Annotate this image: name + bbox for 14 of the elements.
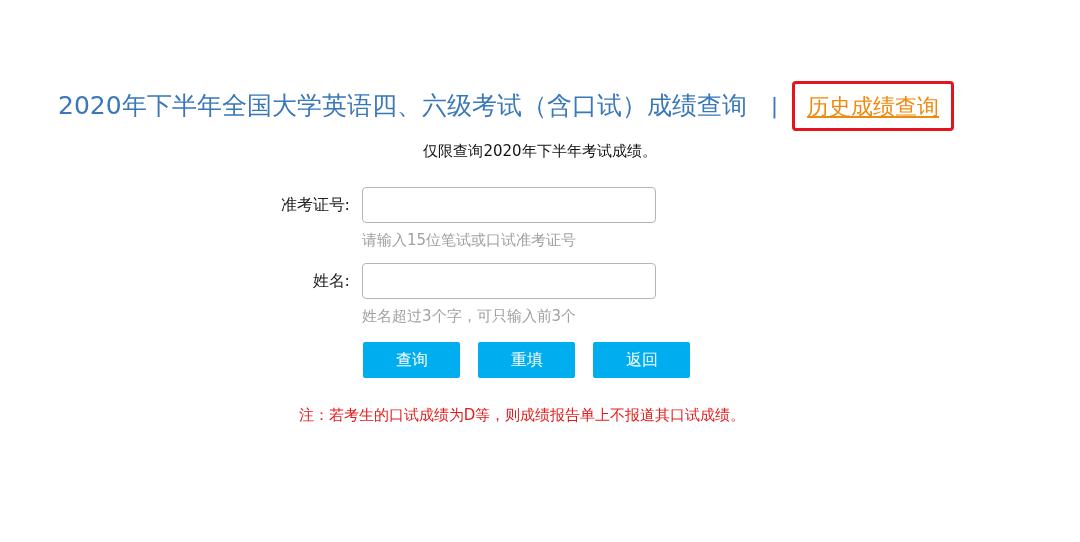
input-field[interactable]: [362, 186, 656, 223]
history-link[interactable]: 历史成绩查询: [807, 89, 940, 123]
query-button[interactable]: 查询: [363, 341, 460, 378]
field-hint: 请输入15位笔试或口试准考证号: [362, 229, 578, 251]
page-title: 2020年下半年全国大学英语四、六级考试（含口试）成绩查询: [58, 90, 747, 122]
subtitle: 仅限查询2020年下半年考试成绩。: [422, 141, 658, 162]
back-button[interactable]: 返回: [593, 341, 690, 378]
separator: |: [770, 92, 779, 121]
field-label: 准考证号:: [279, 193, 351, 216]
field-label: 姓名:: [311, 270, 351, 292]
input-field[interactable]: [362, 263, 656, 299]
reset-button[interactable]: 重填: [478, 341, 575, 378]
field-hint: 姓名超过3个字，可只输入前3个: [362, 306, 578, 327]
note-text: 注：若考生的口试成绩为D等，则成绩报告单上不报道其口试成绩。: [297, 404, 747, 426]
